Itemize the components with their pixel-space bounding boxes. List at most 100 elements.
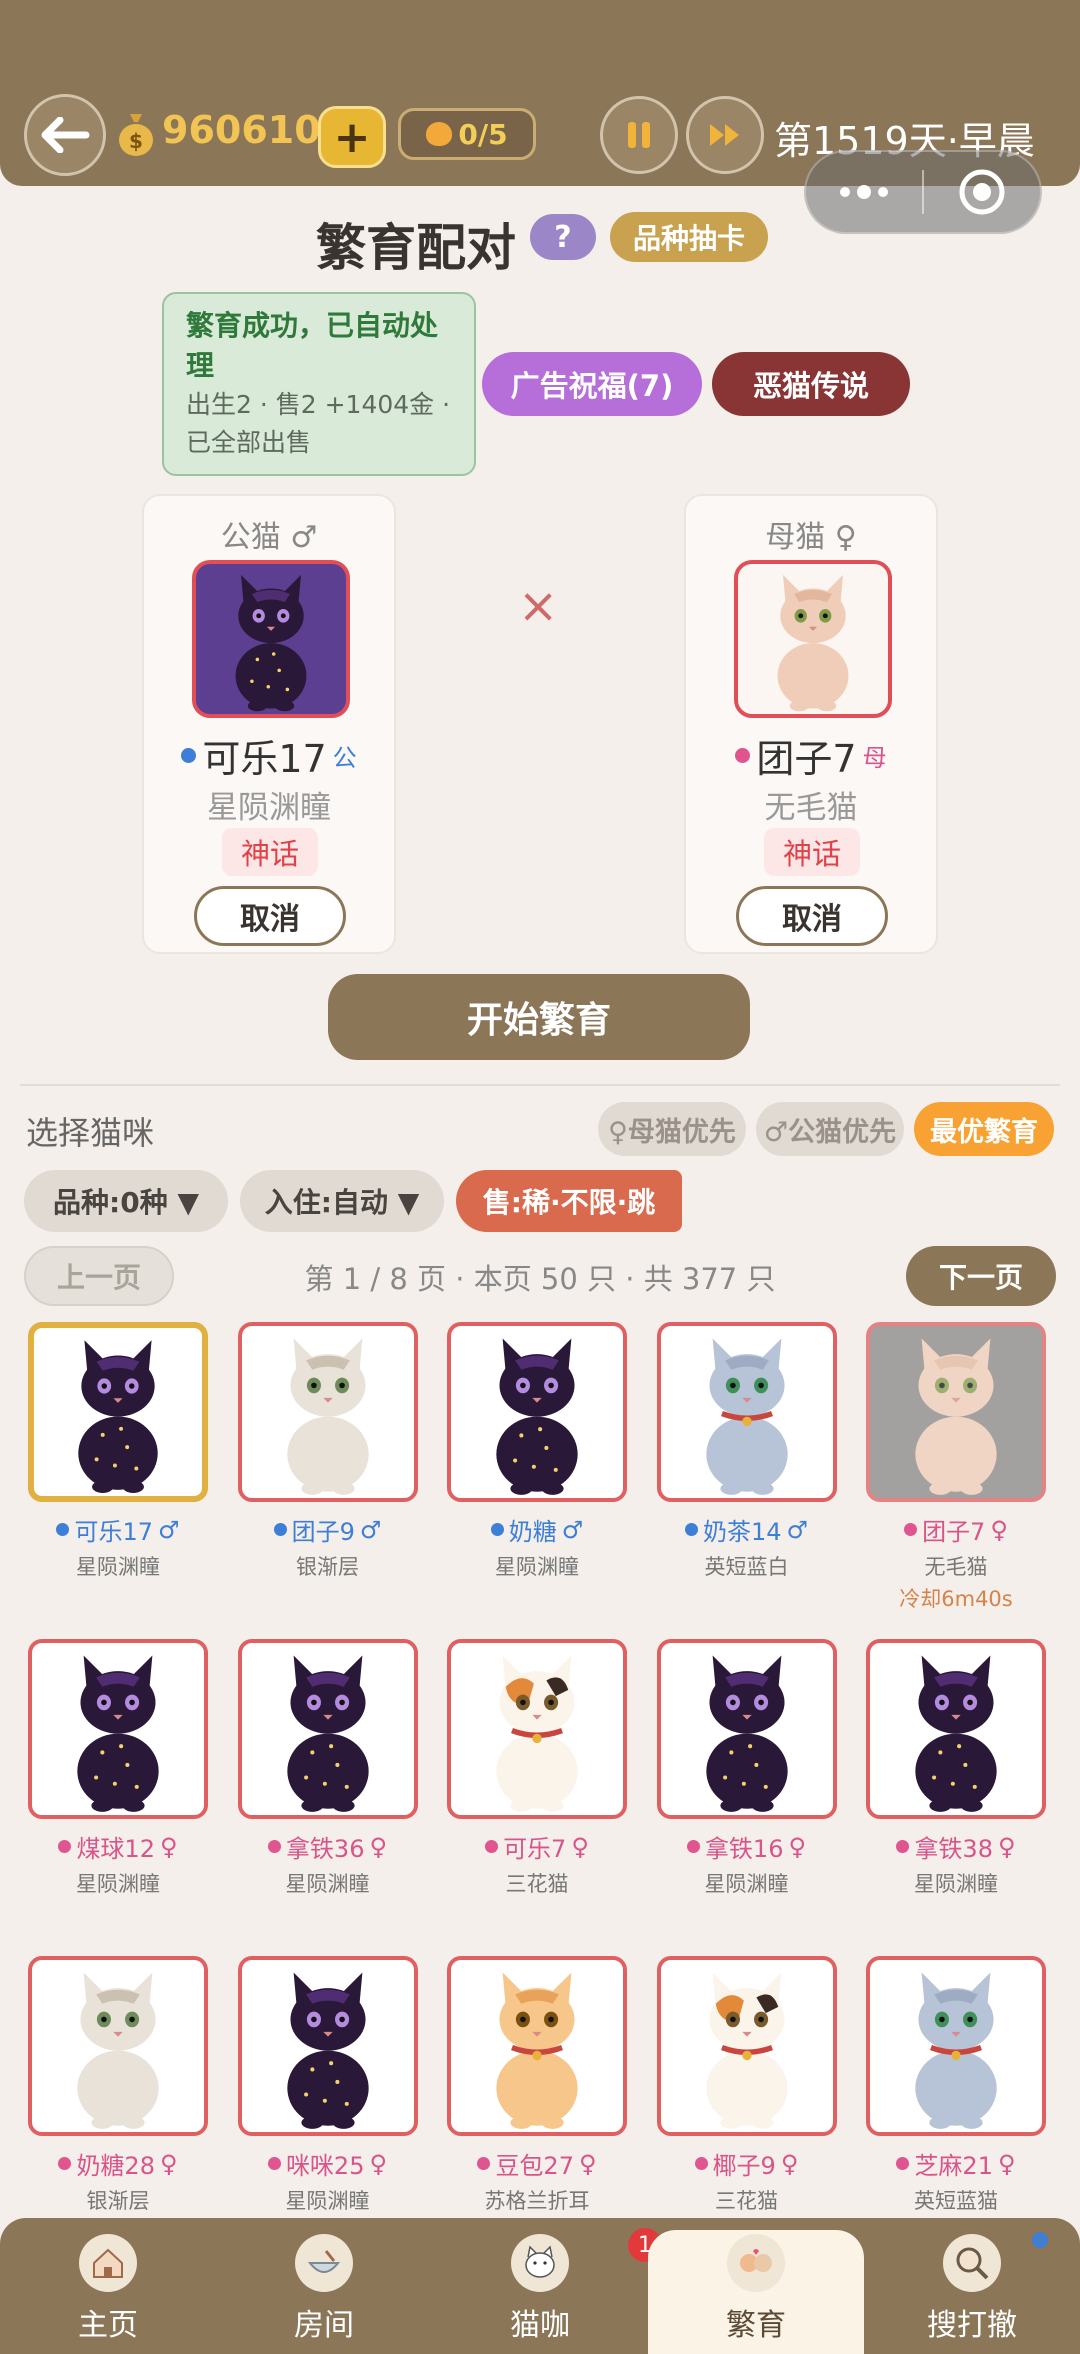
cat-name: 奶糖 (508, 1518, 557, 1546)
cooldown-timer: 冷却6m40s (899, 1587, 1013, 1611)
cat-name-row: 团子9 ♂ (238, 1512, 418, 1547)
cat-grid: 可乐17 ♂ 星陨渊瞳 团子9 ♂ 银渐层 奶糖 ♂ 星陨渊瞳 奶茶14 ♂ 英短蓝白 团子7 ♀ 无毛猫冷… (28, 1322, 1054, 2273)
best-breeding-button[interactable]: 最优繁育 (914, 1102, 1054, 1156)
target-icon (959, 169, 1005, 215)
female-dot-icon (485, 1840, 499, 1853)
gender-symbol: ♂ (158, 1515, 180, 1544)
gender-symbol: ♀ (571, 1832, 589, 1861)
cat-card[interactable]: 煤球12 ♀ 星陨渊瞳 (28, 1639, 208, 1956)
gender-symbol: ♀ (990, 1515, 1008, 1544)
gender-symbol: ♀ (159, 2149, 178, 2178)
cat-capacity-text: 0/5 (458, 117, 508, 151)
cat-breed: 银渐层 (86, 2189, 150, 2213)
cat-name-row: 芝麻21 ♀ (866, 2146, 1046, 2181)
female-dot-icon (896, 1840, 910, 1853)
cat-capacity-badge[interactable]: 0/5 (398, 108, 536, 160)
cat-name-row: 团子7 ♀ (866, 1512, 1046, 1547)
female-cat-portrait (734, 560, 892, 718)
cat-name-row: 奶茶14 ♂ (657, 1512, 837, 1547)
cat-name-row: 可乐17 ♂ (28, 1512, 208, 1547)
cat-thumbnail (237, 1639, 418, 1819)
add-coins-button[interactable]: + (318, 106, 386, 168)
cat-thumbnail (237, 1322, 418, 1502)
ad-blessing-button[interactable]: 广告祝福(7) (482, 352, 702, 416)
male-dot-icon (490, 1523, 504, 1536)
fast-forward-icon (710, 124, 739, 146)
male-first-button[interactable]: ♂公猫优先 (756, 1102, 904, 1156)
cat-thumbnail (28, 1639, 208, 1819)
cat-breed: 星陨渊瞳 (76, 1555, 160, 1579)
male-dot-icon (273, 1523, 287, 1536)
money-bag-icon: $ (119, 114, 153, 156)
notice-body: 出生2 · 售2 +1404金 · 已全部出售 (186, 390, 451, 457)
cat-name-row: 咪咪25 ♀ (238, 2146, 418, 2181)
gender-symbol: ♀ (369, 1832, 388, 1861)
cat-card[interactable]: 可乐17 ♂ 星陨渊瞳 (28, 1322, 208, 1639)
new-dot-indicator (1032, 2232, 1048, 2248)
nav-tab[interactable]: 房间 (216, 2218, 432, 2354)
male-parent-card: 公猫 ♂ 可乐17 公 星陨渊瞳 神话 取消 (142, 494, 396, 954)
male-cat-portrait (192, 560, 350, 718)
more-button[interactable] (806, 152, 922, 232)
female-dot-icon (904, 1523, 918, 1536)
cat-card[interactable]: 奶茶14 ♂ 英短蓝白 (656, 1322, 837, 1639)
cat-name: 可乐17 (74, 1518, 154, 1546)
cat-card[interactable]: 可乐7 ♀ 三花猫 (447, 1639, 627, 1956)
nav-tab[interactable]: 猫咖 1 (432, 2218, 662, 2354)
male-cancel-button[interactable]: 取消 (194, 886, 346, 946)
cat-thumbnail (656, 1956, 837, 2136)
cat-thumbnail (447, 1322, 627, 1502)
gender-symbol: ♀ (578, 2149, 597, 2178)
breed-filter-dropdown[interactable]: 品种:0种 ▼ (24, 1170, 228, 1232)
female-cat-name-row: 团子7 母 (686, 728, 936, 783)
svg-text:$: $ (129, 129, 143, 153)
gender-symbol: ♀ (159, 1832, 178, 1861)
nav-tab[interactable]: 主页 (0, 2218, 216, 2354)
male-role-label: 公猫 ♂ (220, 520, 318, 555)
cat-card[interactable]: 奶糖 ♂ 星陨渊瞳 (447, 1322, 627, 1639)
cat-card[interactable]: 拿铁36 ♀ 星陨渊瞳 (237, 1639, 418, 1956)
pause-button[interactable] (600, 96, 678, 174)
cat-card[interactable]: 团子7 ♀ 无毛猫 冷却6m40s (866, 1322, 1046, 1639)
start-breeding-button[interactable]: 开始繁育 (328, 974, 750, 1060)
help-button[interactable]: ? (530, 214, 596, 260)
male-cat-name-row: 可乐17 公 (144, 728, 394, 783)
back-button[interactable] (24, 94, 106, 176)
cat-breed: 星陨渊瞳 (704, 1872, 789, 1896)
gender-symbol: ♀ (997, 1832, 1016, 1861)
nav-tab-label: 搜打撤 (927, 2308, 1017, 2343)
female-cancel-button[interactable]: 取消 (736, 886, 888, 946)
cat-card[interactable]: 拿铁16 ♀ 星陨渊瞳 (656, 1639, 837, 1956)
cat-thumbnail (866, 1956, 1046, 2136)
notice-title: 繁育成功，已自动处理 (186, 309, 439, 382)
back-arrow-icon (41, 117, 90, 153)
cat-name: 团子9 (291, 1518, 355, 1546)
cat-breed: 苏格兰折耳 (484, 2189, 590, 2213)
close-program-button[interactable] (924, 152, 1040, 232)
nav-tab[interactable]: 搜打撤 (864, 2218, 1080, 2354)
cat-name-row: 奶糖28 ♀ (28, 2146, 208, 2181)
cat-card[interactable]: 拿铁38 ♀ 星陨渊瞳 (866, 1639, 1046, 1956)
cat-thumbnail (237, 1956, 418, 2136)
cat-breed: 星陨渊瞳 (285, 1872, 370, 1896)
cat-thumbnail (656, 1322, 837, 1502)
cat-name: 椰子9 (712, 2152, 776, 2180)
cat-card[interactable]: 团子9 ♂ 银渐层 (237, 1322, 418, 1639)
breed-gacha-button[interactable]: 品种抽卡 (610, 212, 768, 262)
sale-filter-button[interactable]: 售:稀·不限·跳 (456, 1170, 682, 1232)
bowl-icon (295, 2234, 353, 2292)
housing-filter-dropdown[interactable]: 入住:自动 ▼ (240, 1170, 444, 1232)
evil-cat-legend-button[interactable]: 恶猫传说 (712, 352, 910, 416)
female-dot-icon (477, 2157, 491, 2170)
female-parent-card: 母猫 ♀ 团子7 母 无毛猫 神话 取消 (684, 494, 938, 954)
nav-tab[interactable]: 繁育 (648, 2230, 864, 2354)
prev-page-button[interactable]: 上一页 (24, 1246, 174, 1306)
breed-result-notice: 繁育成功，已自动处理 出生2 · 售2 +1404金 · 已全部出售 (162, 292, 476, 476)
female-dot-icon (694, 2157, 708, 2170)
next-page-button[interactable]: 下一页 (906, 1246, 1056, 1306)
male-cat-name: 可乐17 (202, 737, 327, 781)
fast-forward-button[interactable] (686, 96, 764, 174)
female-dot-icon (267, 2157, 281, 2170)
female-first-button[interactable]: ♀母猫优先 (598, 1102, 746, 1156)
cat-name: 豆包27 (495, 2152, 574, 2180)
